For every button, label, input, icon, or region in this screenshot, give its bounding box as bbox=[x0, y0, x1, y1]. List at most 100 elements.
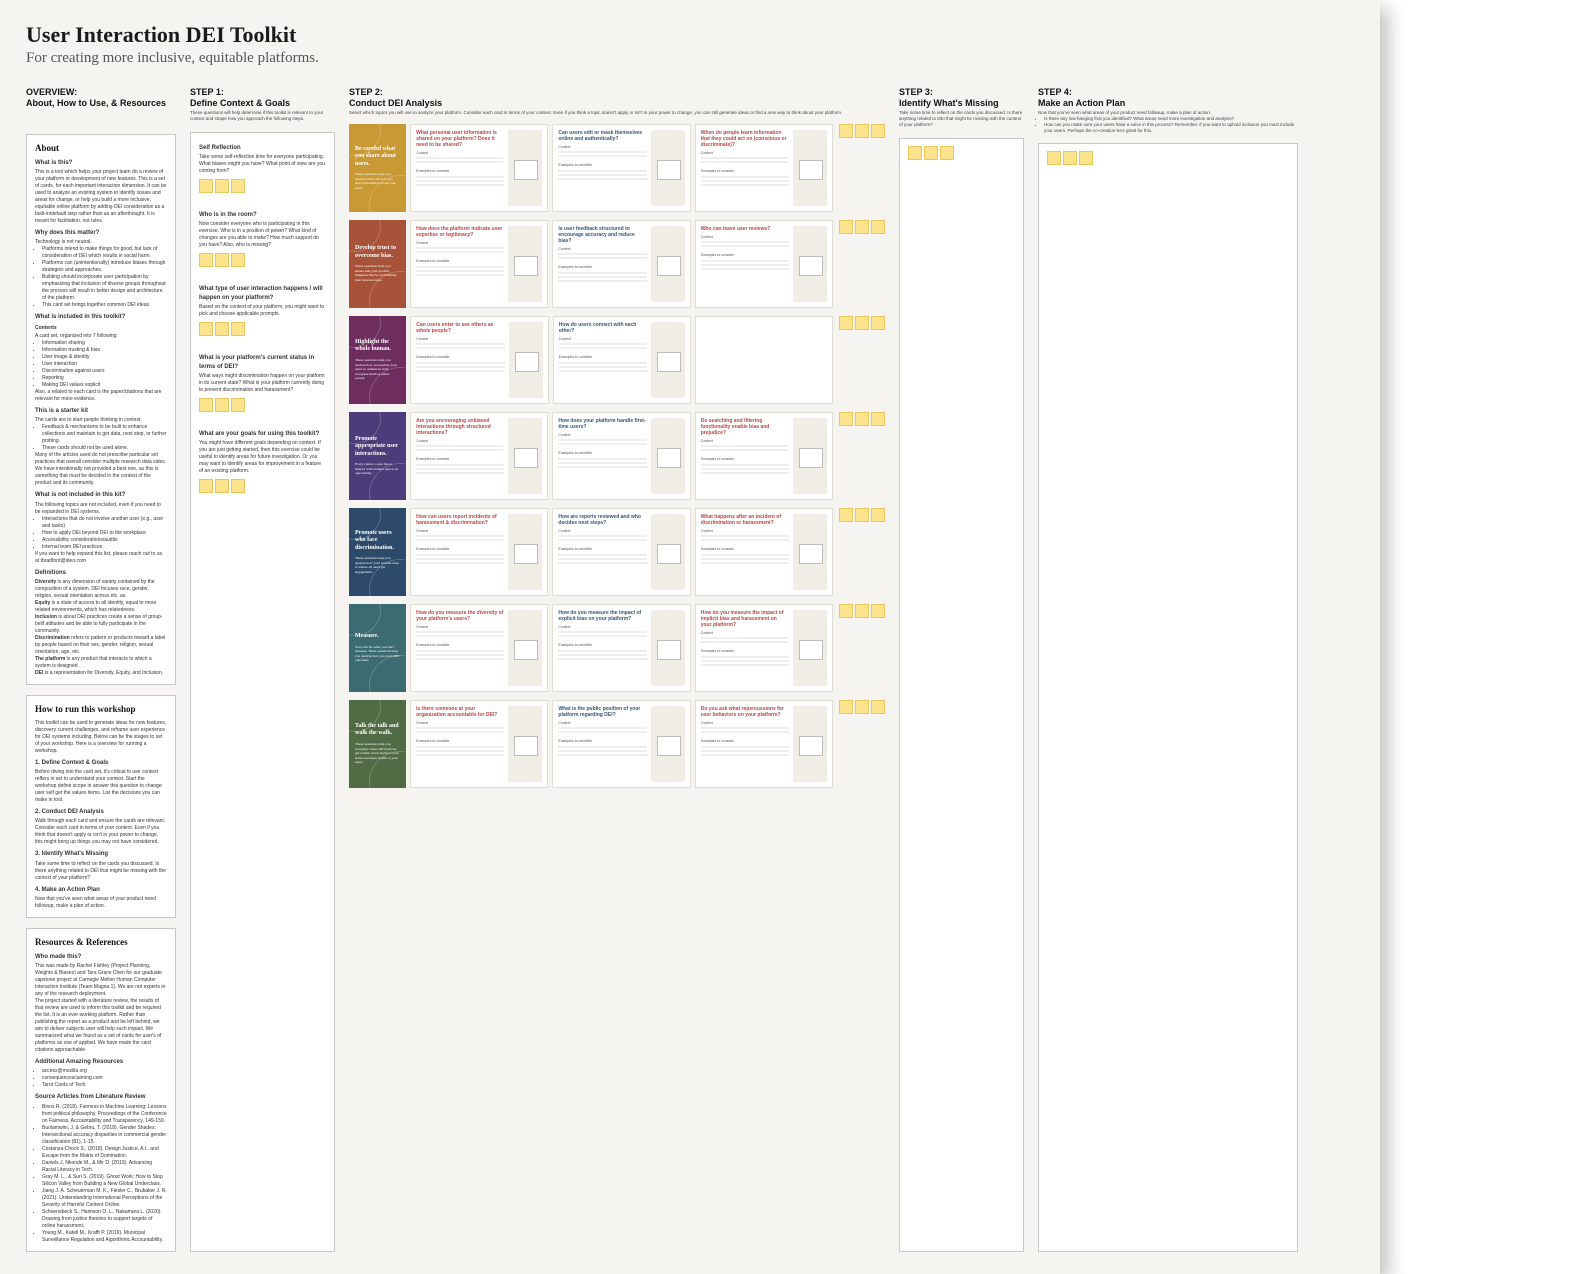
sticky-notes[interactable] bbox=[839, 220, 885, 308]
analysis-card[interactable]: Can users enter to see others as whole p… bbox=[410, 316, 549, 404]
step1-desc: These questions will help determine if t… bbox=[190, 110, 335, 122]
step4-h2: Make an Action Plan bbox=[1038, 98, 1298, 108]
analysis-card[interactable]: Is user feedback structured to encourage… bbox=[552, 220, 690, 308]
card-thumbnail bbox=[793, 706, 827, 782]
step3-h2: Identify What's Missing bbox=[899, 98, 1024, 108]
card-thumbnail bbox=[508, 610, 542, 686]
page-title: User Interaction DEI Toolkit bbox=[26, 22, 1354, 48]
sticky-notes[interactable] bbox=[839, 412, 885, 500]
card-row: Highlight the whole human.These question… bbox=[349, 316, 885, 404]
card-thumbnail bbox=[651, 706, 685, 782]
step4-panel bbox=[1038, 143, 1298, 1251]
card-row: Measure.You can't fix what you can't mea… bbox=[349, 604, 885, 692]
analysis-card[interactable]: How can users report incidents of harass… bbox=[410, 508, 548, 596]
analysis-card[interactable]: How does the platform indicate user expe… bbox=[410, 220, 548, 308]
lead-card[interactable]: Develop trust to overcome bias.These que… bbox=[349, 220, 406, 308]
resources-panel: Resources & References Who made this? Th… bbox=[26, 928, 176, 1252]
step1-question: Who is in the room?Now consider everyone… bbox=[199, 211, 326, 267]
lead-card[interactable]: Promote appropriate user interactions.Ev… bbox=[349, 412, 406, 500]
card-thumbnail bbox=[793, 514, 827, 590]
analysis-card[interactable]: Do searching and filtering functionality… bbox=[695, 412, 833, 500]
sticky-notes[interactable] bbox=[839, 316, 885, 404]
sticky-notes[interactable] bbox=[839, 700, 885, 788]
card-thumbnail bbox=[508, 418, 542, 494]
card-row: Promote appropriate user interactions.Ev… bbox=[349, 412, 885, 500]
analysis-card[interactable]: How do you measure the impact of explici… bbox=[552, 604, 690, 692]
lead-card[interactable]: Measure.You can't fix what you can't mea… bbox=[349, 604, 406, 692]
step1-h2: Define Context & Goals bbox=[190, 98, 335, 108]
col-step4: STEP 4: Make an Action Plan Now that you… bbox=[1038, 87, 1298, 1252]
analysis-card[interactable]: Who can leave user reviews?ContextExampl… bbox=[695, 220, 833, 308]
analysis-card[interactable]: What personal user information is shared… bbox=[410, 124, 548, 212]
col-step3: STEP 3: Identify What's Missing Take som… bbox=[899, 87, 1024, 1252]
step1-question: Self ReflectionTake some self-reflection… bbox=[199, 144, 326, 193]
step1-question: What type of user interaction happens / … bbox=[199, 285, 326, 336]
lead-card[interactable]: Talk the talk and walk the walk.These qu… bbox=[349, 700, 406, 788]
about-title: About bbox=[35, 142, 167, 155]
step3-h1: STEP 3: bbox=[899, 87, 1024, 97]
card-thumbnail bbox=[793, 130, 827, 206]
step2-h1: STEP 2: bbox=[349, 87, 885, 97]
card-thumbnail bbox=[651, 226, 685, 302]
howto-title: How to run this workshop bbox=[35, 703, 167, 716]
card-thumbnail bbox=[508, 226, 542, 302]
step2-h2: Conduct DEI Analysis bbox=[349, 98, 885, 108]
canvas: User Interaction DEI Toolkit For creatin… bbox=[0, 0, 1380, 1274]
analysis-card[interactable]: How do users connect with each other?Con… bbox=[553, 316, 692, 404]
sticky-notes[interactable] bbox=[199, 398, 326, 412]
step4-desc: Now that you've seen what areas of your … bbox=[1038, 110, 1298, 133]
howto-panel: How to run this workshop This toolkit ca… bbox=[26, 695, 176, 918]
card-thumbnail bbox=[793, 610, 827, 686]
overview-h2: About, How to Use, & Resources bbox=[26, 98, 176, 108]
step3-desc: Take some time to reflect on the cards y… bbox=[899, 110, 1024, 128]
sticky-notes[interactable] bbox=[908, 146, 1015, 160]
sticky-notes[interactable] bbox=[199, 179, 326, 193]
sticky-notes[interactable] bbox=[839, 124, 885, 212]
analysis-card[interactable]: How does your platform handle first-time… bbox=[552, 412, 690, 500]
sticky-notes[interactable] bbox=[199, 253, 326, 267]
col-step1: STEP 1: Define Context & Goals These que… bbox=[190, 87, 335, 1252]
analysis-card[interactable]: Can users edit or mask themselves online… bbox=[552, 124, 690, 212]
sticky-notes[interactable] bbox=[839, 604, 885, 692]
card-row: Promote users who face discrimination.Th… bbox=[349, 508, 885, 596]
card-thumbnail bbox=[508, 130, 542, 206]
lead-card[interactable]: Promote users who face discrimination.Th… bbox=[349, 508, 406, 596]
resources-title: Resources & References bbox=[35, 936, 167, 949]
lead-card[interactable]: Be careful what you share about users.Th… bbox=[349, 124, 406, 212]
step1-panel: Self ReflectionTake some self-reflection… bbox=[190, 132, 335, 1252]
col-overview: OVERVIEW: About, How to Use, & Resources… bbox=[26, 87, 176, 1252]
page-subtitle: For creating more inclusive, equitable p… bbox=[26, 50, 1354, 67]
card-row: Develop trust to overcome bias.These que… bbox=[349, 220, 885, 308]
empty-card bbox=[695, 316, 833, 404]
card-thumbnail bbox=[508, 706, 542, 782]
columns: OVERVIEW: About, How to Use, & Resources… bbox=[26, 87, 1354, 1252]
analysis-card[interactable]: How do you measure the diversity of your… bbox=[410, 604, 548, 692]
sticky-notes[interactable] bbox=[199, 322, 326, 336]
analysis-card[interactable]: When do people learn information that th… bbox=[695, 124, 833, 212]
about-panel: About What is this? This is a tool which… bbox=[26, 134, 176, 685]
lead-card[interactable]: Highlight the whole human.These question… bbox=[349, 316, 406, 404]
analysis-card[interactable]: What happens after an incident of discri… bbox=[695, 508, 833, 596]
card-row: Be careful what you share about users.Th… bbox=[349, 124, 885, 212]
analysis-card[interactable]: Is there someone at your organization ac… bbox=[410, 700, 548, 788]
card-thumbnail bbox=[509, 322, 543, 398]
card-thumbnail bbox=[793, 226, 827, 302]
step1-h1: STEP 1: bbox=[190, 87, 335, 97]
step3-panel bbox=[899, 138, 1024, 1252]
analysis-card[interactable]: What is the public position of your plat… bbox=[552, 700, 690, 788]
step4-h1: STEP 4: bbox=[1038, 87, 1298, 97]
card-thumbnail bbox=[651, 322, 685, 398]
step1-question: What are your goals for using this toolk… bbox=[199, 430, 326, 493]
analysis-card[interactable]: Do you ask what repercussions for user b… bbox=[695, 700, 833, 788]
col-step2: STEP 2: Conduct DEI Analysis Select whic… bbox=[349, 87, 885, 1252]
analysis-card[interactable]: How are reports reviewed and who decides… bbox=[552, 508, 690, 596]
analysis-card[interactable]: How do you measure the impact of implici… bbox=[695, 604, 833, 692]
step1-question: What is your platform's current status i… bbox=[199, 354, 326, 412]
overview-h1: OVERVIEW: bbox=[26, 87, 176, 97]
sticky-notes[interactable] bbox=[839, 508, 885, 596]
card-thumbnail bbox=[793, 418, 827, 494]
sticky-notes[interactable] bbox=[199, 479, 326, 493]
analysis-card[interactable]: Are you encouraging unbiased interaction… bbox=[410, 412, 548, 500]
card-thumbnail bbox=[508, 514, 542, 590]
sticky-notes[interactable] bbox=[1047, 151, 1289, 165]
